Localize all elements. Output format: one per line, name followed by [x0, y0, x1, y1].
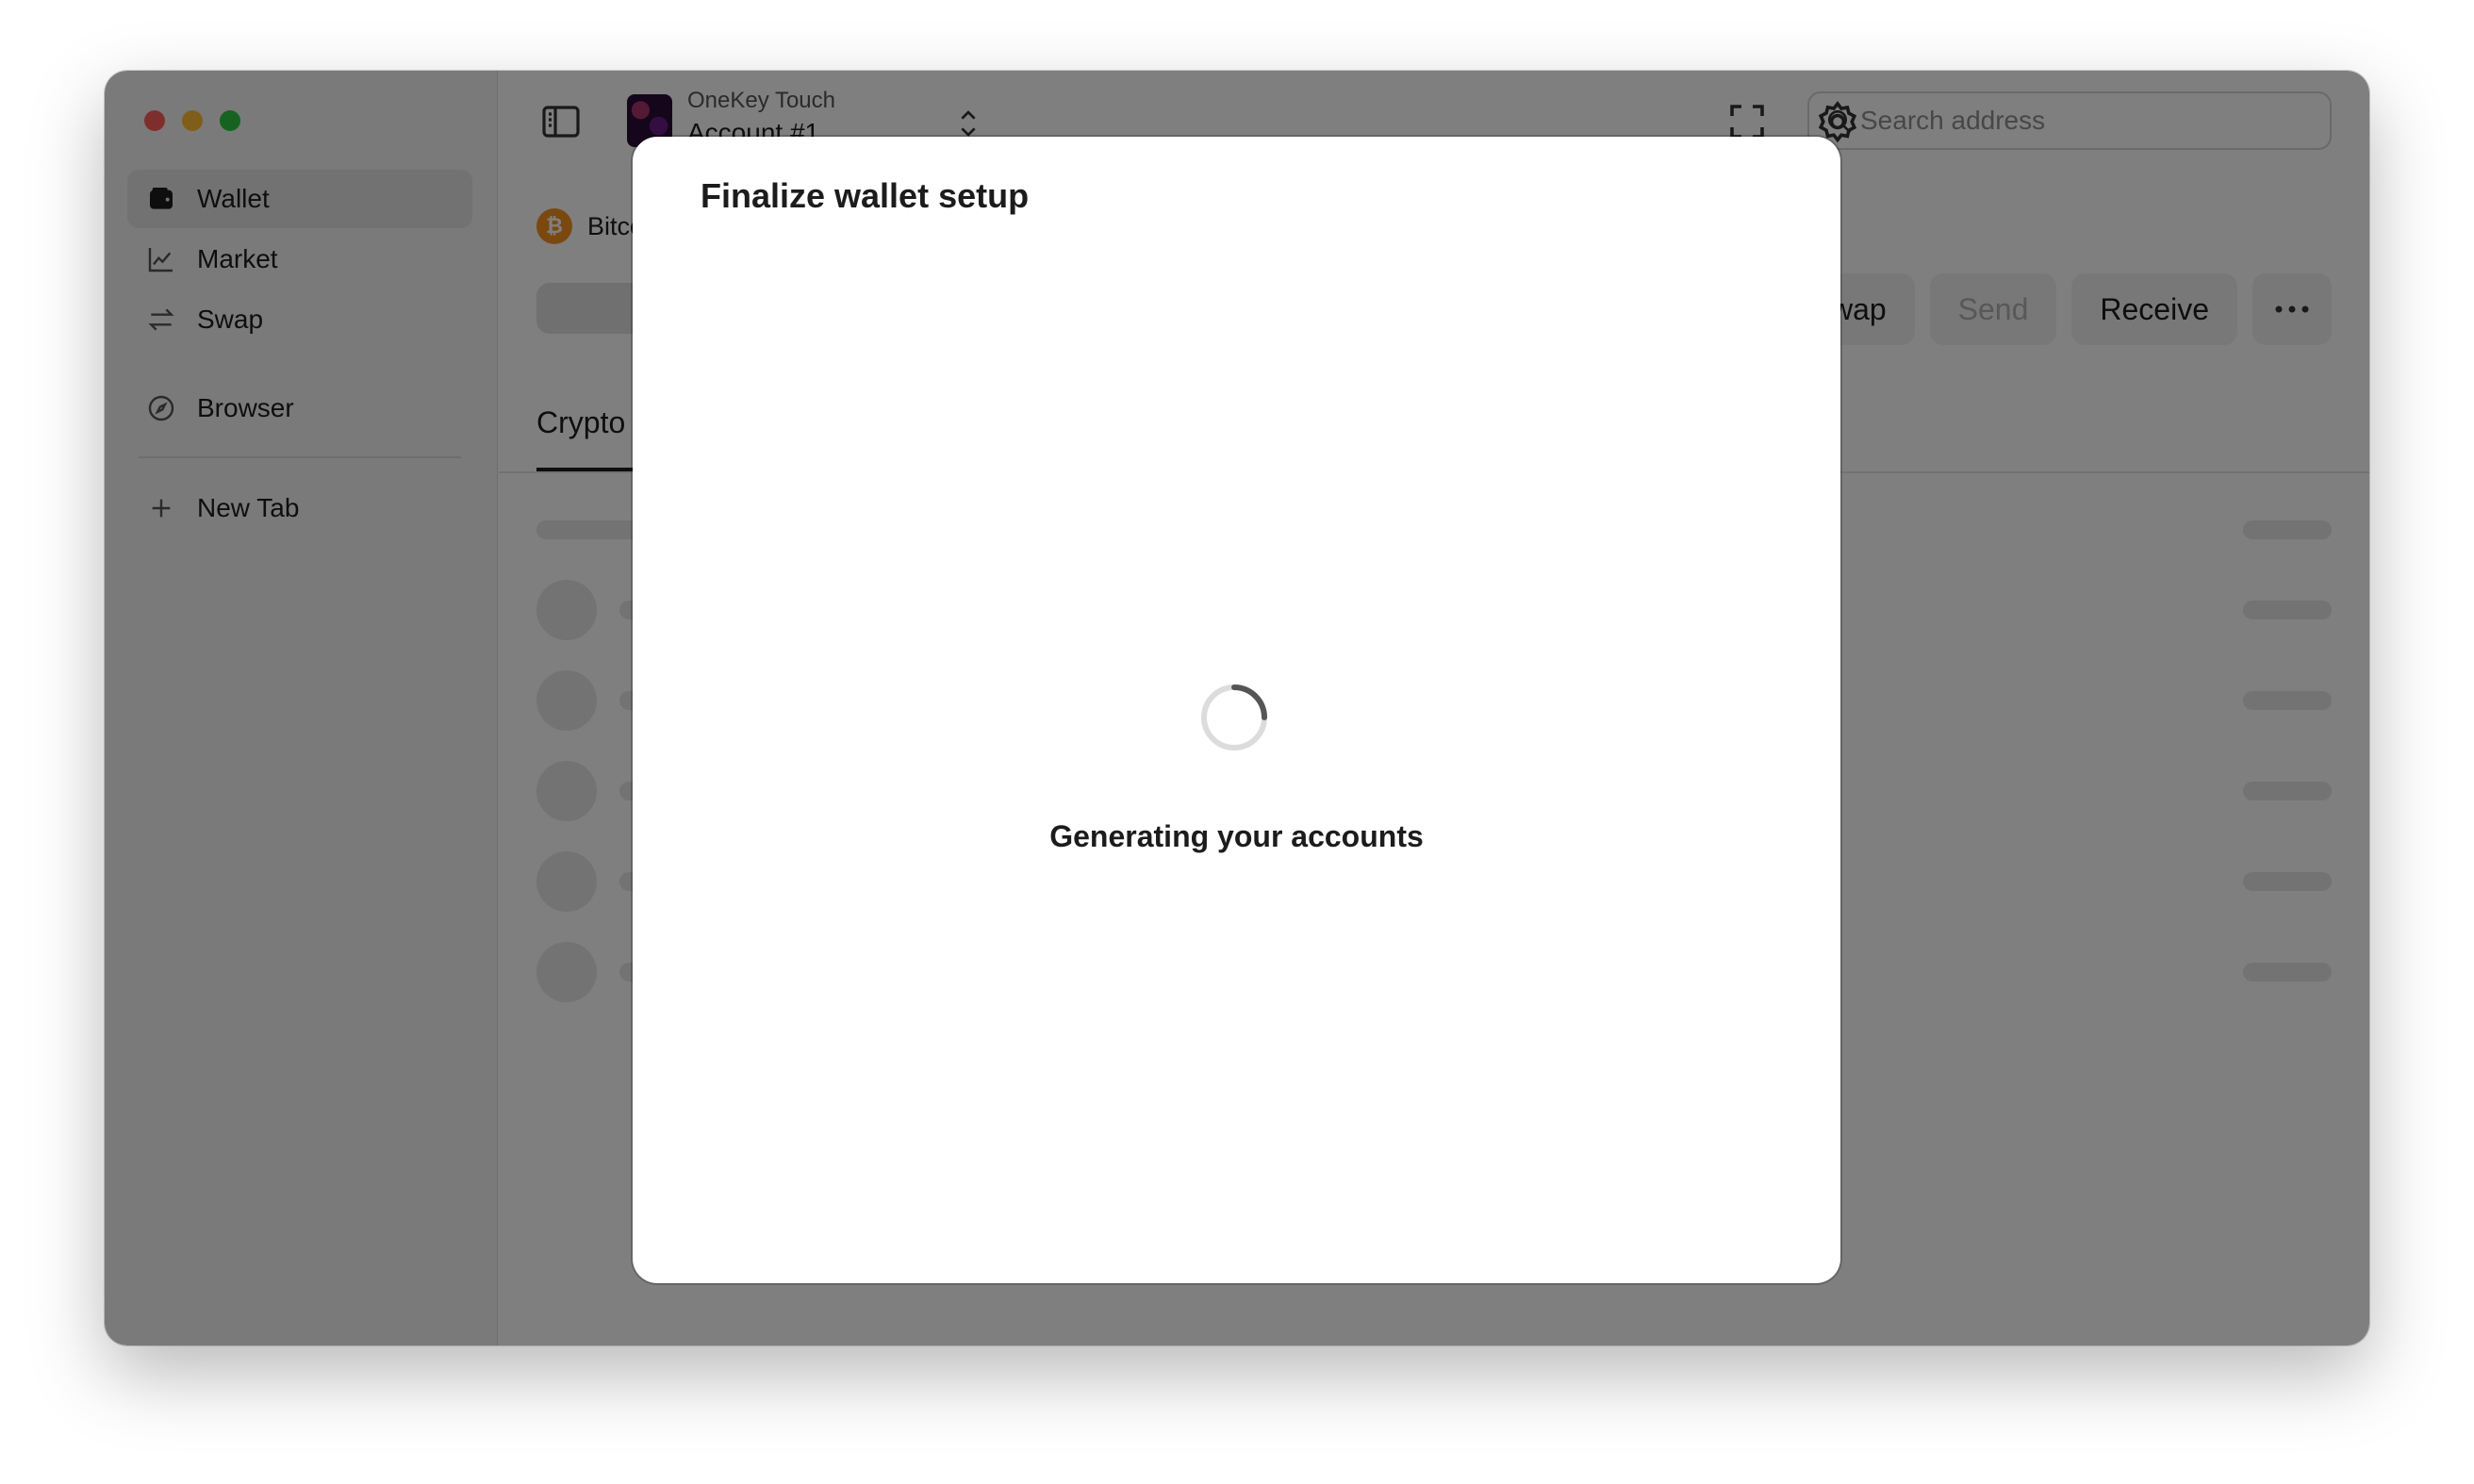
- app-window: Wallet Market Swap Browser New Tab: [105, 71, 2369, 1345]
- finalize-setup-dialog: Finalize wallet setup Generating your ac…: [633, 137, 1840, 1283]
- dialog-title: Finalize wallet setup: [701, 176, 1030, 215]
- loading-spinner-icon: [1201, 684, 1267, 750]
- dialog-message: Generating your accounts: [1049, 819, 1424, 853]
